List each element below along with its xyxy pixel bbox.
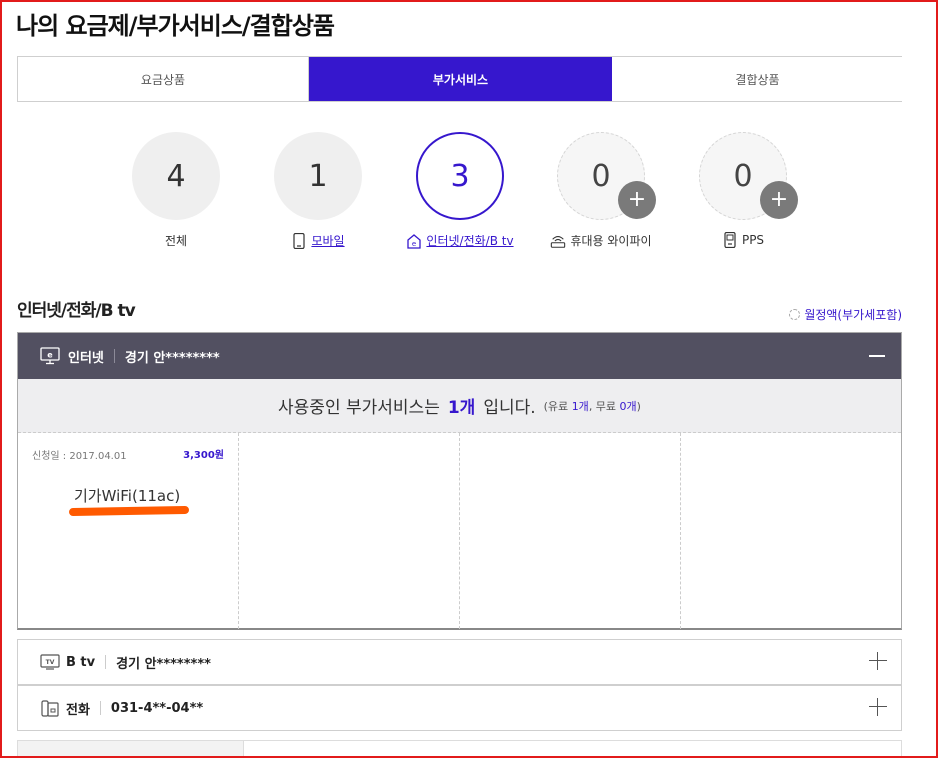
internet-panel-header[interactable]: e 인터넷 경기 안******** <box>18 333 901 379</box>
tab-addon-services[interactable]: 부가서비스 <box>309 57 612 101</box>
summary-label: PPS <box>722 232 764 248</box>
collapse-icon[interactable] <box>869 355 885 357</box>
svg-text:TV: TV <box>46 659 55 666</box>
usage-summary: 사용중인 부가서비스는 1개 입니다. (유료 1개, 무료 0개) <box>18 379 901 433</box>
divider <box>113 349 115 363</box>
detail-open: (유료 <box>543 399 569 413</box>
summary-pps[interactable]: 0 + PPS <box>683 132 803 248</box>
summary-label[interactable]: 모바일 <box>291 232 345 249</box>
add-button[interactable]: + <box>618 181 656 219</box>
addon-name: 기가WiFi(11ac) <box>74 487 181 505</box>
summary-all[interactable]: 4 전체 <box>116 132 236 249</box>
count-circle: 0 + <box>557 132 656 220</box>
btv-row[interactable]: TV B tv 경기 안******** <box>17 639 902 685</box>
svg-text:e: e <box>412 240 416 248</box>
count-circle: 3 <box>416 132 504 220</box>
home-e-icon: e <box>406 233 422 249</box>
empty-card-slot <box>681 433 901 629</box>
page-title: 나의 요금제/부가서비스/결합상품 <box>16 12 335 40</box>
phone-number: 031-4**-04** <box>110 700 204 716</box>
addon-card[interactable]: 신청일 : 2017.04.01 3,300원 기가WiFi(11ac) <box>18 433 239 629</box>
service-name: 인터넷 <box>68 350 104 366</box>
service-name: 전화 <box>66 702 90 718</box>
summary-internet-phone-btv[interactable]: 3 e 인터넷/전화/B tv <box>400 132 520 249</box>
count-value: 4 <box>166 158 186 194</box>
count-value: 0 <box>733 158 753 194</box>
tv-icon: TV <box>40 653 60 671</box>
service-name: B tv <box>66 654 96 670</box>
tab-bundles[interactable]: 결합상품 <box>612 57 903 101</box>
empty-card-slot <box>239 433 460 629</box>
count-value: 3 <box>450 158 470 194</box>
monthly-fee-toggle[interactable]: 월정액(부가세포함) <box>789 306 902 323</box>
usage-suffix: 입니다. <box>483 398 536 418</box>
free-count: 0개 <box>619 399 637 413</box>
detail-mid: , 무료 <box>588 399 617 413</box>
panel-column <box>18 741 244 758</box>
count-value: 0 <box>591 158 611 194</box>
label-text: 휴대용 와이파이 <box>570 234 652 248</box>
service-tabs: 요금상품 부가서비스 결합상품 <box>17 56 903 102</box>
count-circle: 0 + <box>699 132 798 220</box>
summary-portable-wifi[interactable]: 0 + 휴대용 와이파이 <box>541 132 661 249</box>
expand-icon[interactable] <box>869 652 887 670</box>
section-title: 인터넷/전화/B tv <box>17 301 136 321</box>
label-text: PPS <box>741 233 765 247</box>
label-text: 전체 <box>164 234 188 248</box>
label-text: 모바일 <box>311 234 345 248</box>
tab-plans[interactable]: 요금상품 <box>18 57 309 101</box>
add-button[interactable]: + <box>760 181 798 219</box>
highlight-underline <box>68 505 190 517</box>
svg-text:e: e <box>47 351 53 360</box>
mobile-icon <box>291 232 307 249</box>
usage-count: 1개 <box>447 398 476 418</box>
wifi-router-icon <box>550 233 566 249</box>
usage-prefix: 사용중인 부가서비스는 <box>278 398 440 418</box>
monthly-label: 월정액(부가세포함) <box>804 308 902 322</box>
addon-price: 3,300원 <box>183 450 224 461</box>
apply-date: 신청일 : 2017.04.01 <box>32 451 127 462</box>
pps-phone-icon <box>722 232 738 248</box>
divider <box>105 655 107 669</box>
radio-icon <box>789 309 801 320</box>
count-circle: 4 <box>132 132 220 220</box>
summary-label[interactable]: e 인터넷/전화/B tv <box>406 232 514 249</box>
summary-mobile[interactable]: 1 모바일 <box>258 132 378 249</box>
paid-count: 1개 <box>571 399 589 413</box>
phone-icon <box>40 699 60 717</box>
count-value: 1 <box>308 158 328 194</box>
expand-icon[interactable] <box>869 698 887 716</box>
detail-close: ) <box>636 399 641 413</box>
empty-card-slot <box>460 433 681 629</box>
summary-label: 휴대용 와이파이 <box>550 232 652 249</box>
next-panel-partial <box>17 740 902 758</box>
service-location: 경기 안******** <box>124 350 220 366</box>
internet-panel: e 인터넷 경기 안******** 사용중인 부가서비스는 1개 입니다. (… <box>17 332 902 630</box>
label-text: 인터넷/전화/B tv <box>426 234 514 248</box>
phone-row[interactable]: 전화 031-4**-04** <box>17 685 902 731</box>
count-circle: 1 <box>274 132 362 220</box>
divider <box>99 701 101 715</box>
summary-label: 전체 <box>165 232 187 249</box>
monitor-e-icon: e <box>40 347 60 365</box>
service-location: 경기 안******** <box>116 656 211 672</box>
usage-detail: (유료 1개, 무료 0개) <box>544 398 641 414</box>
addon-cards: 신청일 : 2017.04.01 3,300원 기가WiFi(11ac) <box>18 433 901 629</box>
